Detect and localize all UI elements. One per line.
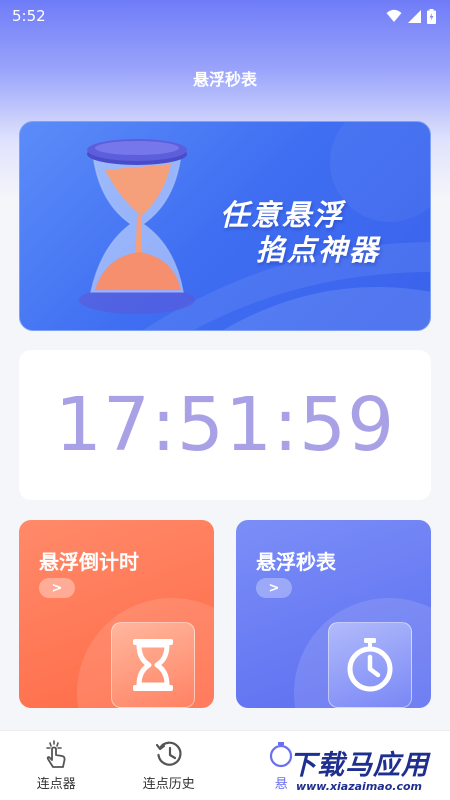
history-icon (155, 741, 182, 766)
tap-icon (46, 740, 66, 768)
countdown-card-title: 悬浮倒计时 (39, 550, 139, 574)
nav-label-history: 连点历史 (142, 777, 195, 792)
stopwatch-icon-box (328, 622, 412, 708)
promo-banner[interactable]: 任意悬浮 掐点神器 (19, 121, 431, 331)
nav-item-clicker[interactable]: 连点器 (0, 731, 113, 800)
clock-time: 17:51:59 (54, 382, 396, 468)
clock-card: 17:51:59 (19, 350, 431, 500)
battery-icon (427, 8, 436, 24)
stopwatch-card[interactable]: 悬浮秒表 > (236, 520, 431, 708)
hourglass-icon-box (111, 622, 195, 708)
page-title: 悬浮秒表 (192, 70, 257, 89)
hourglass-illustration (79, 139, 195, 314)
nav-item-history[interactable]: 连点历史 (113, 731, 226, 800)
chevron-right-icon[interactable]: > (39, 578, 75, 598)
nav-label-clicker: 连点器 (36, 777, 76, 792)
hourglass-icon (133, 639, 173, 691)
status-bar: 5:52 (0, 0, 450, 32)
status-time: 5:52 (12, 7, 46, 25)
watermark-text: 下载马应用 (289, 750, 429, 781)
wifi-icon (386, 9, 402, 22)
watermark-logo: 下载马应用 www.xiazaimao.com (270, 738, 448, 798)
stopwatch-icon (347, 638, 393, 692)
signal-icon (408, 9, 421, 23)
chevron-right-icon[interactable]: > (256, 578, 292, 598)
countdown-card[interactable]: 悬浮倒计时 > (19, 520, 214, 708)
status-icons (386, 8, 436, 24)
watermark-url: www.xiazaimao.com (295, 780, 422, 793)
stopwatch-card-title: 悬浮秒表 (256, 550, 336, 574)
banner-headline-2: 掐点神器 (256, 233, 381, 267)
